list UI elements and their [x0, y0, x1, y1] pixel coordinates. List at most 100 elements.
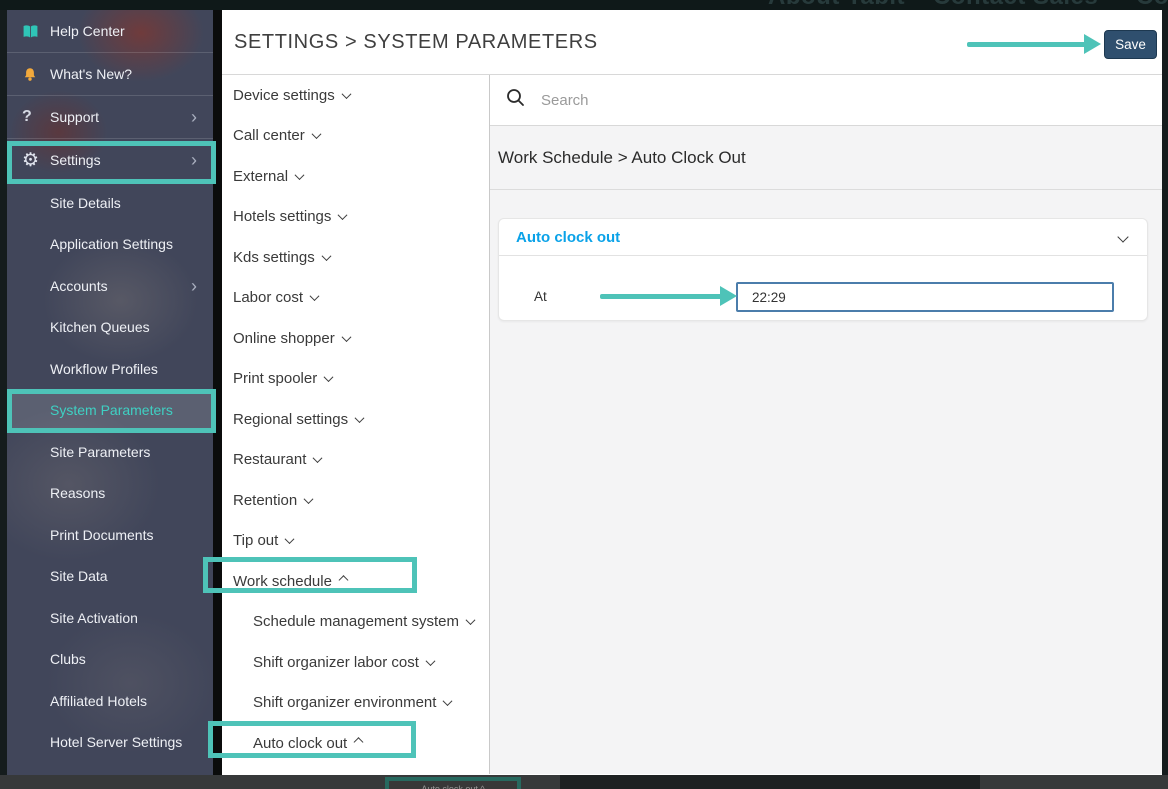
- sidebar-item-label: Accounts: [50, 278, 191, 294]
- sidebar-item-label: Kitchen Queues: [50, 319, 213, 335]
- settings-detail-panel: Work Schedule > Auto Clock Out Auto cloc…: [490, 75, 1162, 774]
- save-button[interactable]: Save: [1104, 30, 1157, 59]
- bg-nav-link-about[interactable]: About Tabit: [768, 0, 905, 10]
- main-content: SETTINGS > SYSTEM PARAMETERS Save Device…: [222, 10, 1162, 775]
- category-item-label: Tip out: [233, 532, 278, 549]
- chevron-down-icon: [285, 534, 295, 544]
- auto-clock-out-card-body: At: [499, 256, 1147, 320]
- sidebar-item-settings[interactable]: ⚙Settings›: [7, 139, 213, 182]
- chevron-down-icon: [321, 251, 331, 261]
- category-item-label: Shift organizer labor cost: [253, 654, 419, 671]
- page-header: SETTINGS > SYSTEM PARAMETERS Save: [222, 10, 1162, 75]
- category-item-call-center[interactable]: Call center: [222, 116, 489, 157]
- category-item-label: Call center: [233, 127, 305, 144]
- sidebar-item-site-data[interactable]: Site Data: [7, 556, 213, 598]
- category-item-print-spooler[interactable]: Print spooler: [222, 359, 489, 400]
- bg-nav-link-cut-off[interactable]: Con: [1136, 0, 1168, 10]
- chevron-down-icon: [425, 656, 435, 666]
- sidebar-item-what-s-new[interactable]: What's New?: [7, 53, 213, 96]
- chevron-down-icon: [313, 453, 323, 463]
- category-item-retention[interactable]: Retention: [222, 480, 489, 521]
- sidebar-item-hotel-server-settings[interactable]: Hotel Server Settings: [7, 722, 213, 764]
- category-item-label: Print spooler: [233, 370, 317, 387]
- category-item-device-settings[interactable]: Device settings: [222, 75, 489, 116]
- sidebar-item-site-parameters[interactable]: Site Parameters: [7, 431, 213, 473]
- category-item-kds-settings[interactable]: Kds settings: [222, 237, 489, 278]
- sidebar-item-site-details[interactable]: Site Details: [7, 182, 213, 224]
- category-item-external[interactable]: External: [222, 156, 489, 197]
- auto-clock-out-card-header[interactable]: Auto clock out: [499, 219, 1147, 256]
- category-item-label: Restaurant: [233, 451, 306, 468]
- chevron-down-icon: [304, 494, 314, 504]
- sidebar-item-label: Hotel Server Settings: [50, 734, 213, 750]
- auto-clock-out-card: Auto clock out At: [498, 218, 1148, 321]
- sidebar-item-label: Support: [50, 109, 191, 125]
- sidebar-item-workflow-profiles[interactable]: Workflow Profiles: [7, 348, 213, 390]
- partial-auto-clock-out-fragment: Auto clock out ^: [385, 777, 521, 789]
- sidebar-item-site-activation[interactable]: Site Activation: [7, 597, 213, 639]
- breadcrumb: SETTINGS > SYSTEM PARAMETERS: [222, 31, 598, 54]
- sidebar-item-application-settings[interactable]: Application Settings: [7, 224, 213, 266]
- category-item-label: Online shopper: [233, 330, 335, 347]
- chevron-up-icon: [338, 575, 348, 585]
- background-image-fragment: [560, 775, 980, 789]
- chevron-down-icon: [338, 210, 348, 220]
- chevron-up-icon: [354, 737, 364, 747]
- sidebar: Help CenterWhat's New??Support›⚙Settings…: [7, 10, 213, 775]
- sidebar-item-reasons[interactable]: Reasons: [7, 473, 213, 515]
- book-icon: [22, 24, 50, 39]
- chevron-down-icon: [295, 170, 305, 180]
- category-item-label: Regional settings: [233, 411, 348, 428]
- sidebar-item-support[interactable]: ?Support›: [7, 96, 213, 139]
- category-item-label: Device settings: [233, 87, 335, 104]
- chevron-down-icon: [341, 89, 351, 99]
- sidebar-item-label: Site Parameters: [50, 444, 213, 460]
- sidebar-item-label: Clubs: [50, 651, 213, 667]
- chevron-right-icon: ›: [191, 151, 197, 169]
- sidebar-item-label: Help Center: [50, 23, 213, 39]
- chevron-down-icon: [466, 615, 476, 625]
- category-item-label: Hotels settings: [233, 208, 331, 225]
- search-input[interactable]: [541, 92, 941, 109]
- category-item-tip-out[interactable]: Tip out: [222, 521, 489, 562]
- chevron-down-icon: [1117, 231, 1128, 242]
- settings-category-list: Device settings Call center External Hotels…: [222, 75, 490, 774]
- sidebar-top-items: Help CenterWhat's New??Support›⚙Settings…: [7, 10, 213, 182]
- sidebar-content-gap: [213, 10, 222, 775]
- category-item-hotels-settings[interactable]: Hotels settings: [222, 197, 489, 238]
- sidebar-item-label: Settings: [50, 152, 191, 168]
- category-item-regional-settings[interactable]: Regional settings: [222, 399, 489, 440]
- chevron-down-icon: [443, 696, 453, 706]
- section-title: Work Schedule > Auto Clock Out: [498, 148, 746, 168]
- sidebar-item-label: Print Documents: [50, 527, 213, 543]
- search-bar: [490, 75, 1162, 126]
- category-item-restaurant[interactable]: Restaurant: [222, 440, 489, 481]
- category-item-shift-organizer-labor-cost[interactable]: Shift organizer labor cost: [222, 642, 489, 683]
- sidebar-item-label: What's New?: [50, 66, 213, 82]
- sidebar-item-help-center[interactable]: Help Center: [7, 10, 213, 53]
- question-icon: ?: [22, 108, 50, 126]
- section-header: Work Schedule > Auto Clock Out: [490, 126, 1162, 190]
- sidebar-item-system-parameters[interactable]: System Parameters: [7, 390, 213, 432]
- sidebar-item-affiliated-hotels[interactable]: Affiliated Hotels: [7, 680, 213, 722]
- sidebar-item-label: System Parameters: [50, 402, 213, 418]
- category-item-label: Kds settings: [233, 249, 315, 266]
- category-item-label: Work schedule: [233, 573, 332, 590]
- sidebar-item-print-documents[interactable]: Print Documents: [7, 514, 213, 556]
- sidebar-item-label: Reasons: [50, 485, 213, 501]
- sidebar-item-kitchen-queues[interactable]: Kitchen Queues: [7, 307, 213, 349]
- sidebar-item-accounts[interactable]: Accounts›: [7, 265, 213, 307]
- background-bottom-strip: Auto clock out ^: [0, 775, 1168, 789]
- category-item-schedule-management-system[interactable]: Schedule management system: [222, 602, 489, 643]
- sidebar-item-clubs[interactable]: Clubs: [7, 639, 213, 681]
- category-item-online-shopper[interactable]: Online shopper: [222, 318, 489, 359]
- at-field-label: At: [534, 289, 547, 304]
- category-item-labor-cost[interactable]: Labor cost: [222, 278, 489, 319]
- category-item-label: Labor cost: [233, 289, 303, 306]
- bg-nav-link-contact-sales[interactable]: Contact Sales: [933, 0, 1098, 10]
- category-item-work-schedule[interactable]: Work schedule: [222, 561, 489, 602]
- category-item-label: External: [233, 168, 288, 185]
- category-item-auto-clock-out[interactable]: Auto clock out: [222, 723, 489, 764]
- auto-clock-out-time-input[interactable]: [736, 282, 1114, 312]
- category-item-shift-organizer-environment[interactable]: Shift organizer environment: [222, 683, 489, 724]
